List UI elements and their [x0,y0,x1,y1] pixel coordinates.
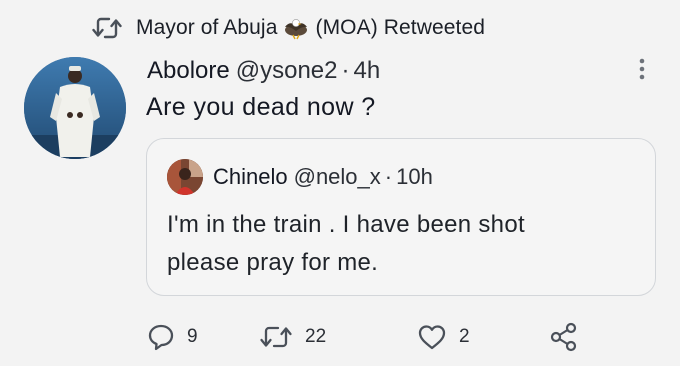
share-icon [549,322,579,352]
quoted-tweet-text-line-2: please pray for me. [167,249,379,276]
retweet-banner: Mayor of Abuja (MOA) Retweeted [92,12,485,44]
tweet-text: Are you dead now ? [146,93,376,121]
quoted-tweet-timestamp[interactable]: 10h [396,164,433,190]
quoted-author-avatar[interactable] [167,159,203,195]
quoted-tweet-card[interactable]: Chinelo @nelo_x · 10h I'm in the train .… [146,138,656,296]
quoted-tweet-text-line-1: I'm in the train . I have been shot [167,211,525,238]
separator-dot: · [341,57,350,84]
tweet-timestamp[interactable]: 4h [354,57,381,85]
like-button[interactable]: 2 [417,319,470,355]
quoted-tweet-text: I'm in the train . I have been shot plea… [167,206,637,282]
retweeted-label: (MOA) Retweeted [315,16,486,39]
reply-button[interactable]: 9 [147,319,198,355]
quoted-author-handle[interactable]: @nelo_x [294,164,381,190]
retweet-button[interactable]: 22 [259,319,326,355]
author-avatar[interactable] [24,57,126,159]
tweet-header: Abolore @ysone2 · 4h [147,57,380,89]
author-name[interactable]: Abolore [147,57,230,85]
share-button[interactable] [549,319,579,355]
more-vertical-icon[interactable] [634,56,650,84]
tweet-action-bar: 9 22 2 [147,319,587,355]
quoted-author-name[interactable]: Chinelo [213,164,288,190]
reply-icon [147,323,175,351]
retweeter-name[interactable]: Mayor of Abuja [136,16,277,40]
reply-count: 9 [187,326,198,347]
quoted-tweet-header: Chinelo @nelo_x · 10h [213,164,433,190]
eagle-icon [283,15,309,41]
retweet-icon [92,15,122,41]
heart-icon [417,323,447,351]
like-count: 2 [459,326,470,347]
retweet-action-icon [259,323,293,351]
retweet-count: 22 [305,326,327,347]
author-handle[interactable]: @ysone2 [236,57,338,85]
quoted-separator-dot: · [384,164,393,189]
